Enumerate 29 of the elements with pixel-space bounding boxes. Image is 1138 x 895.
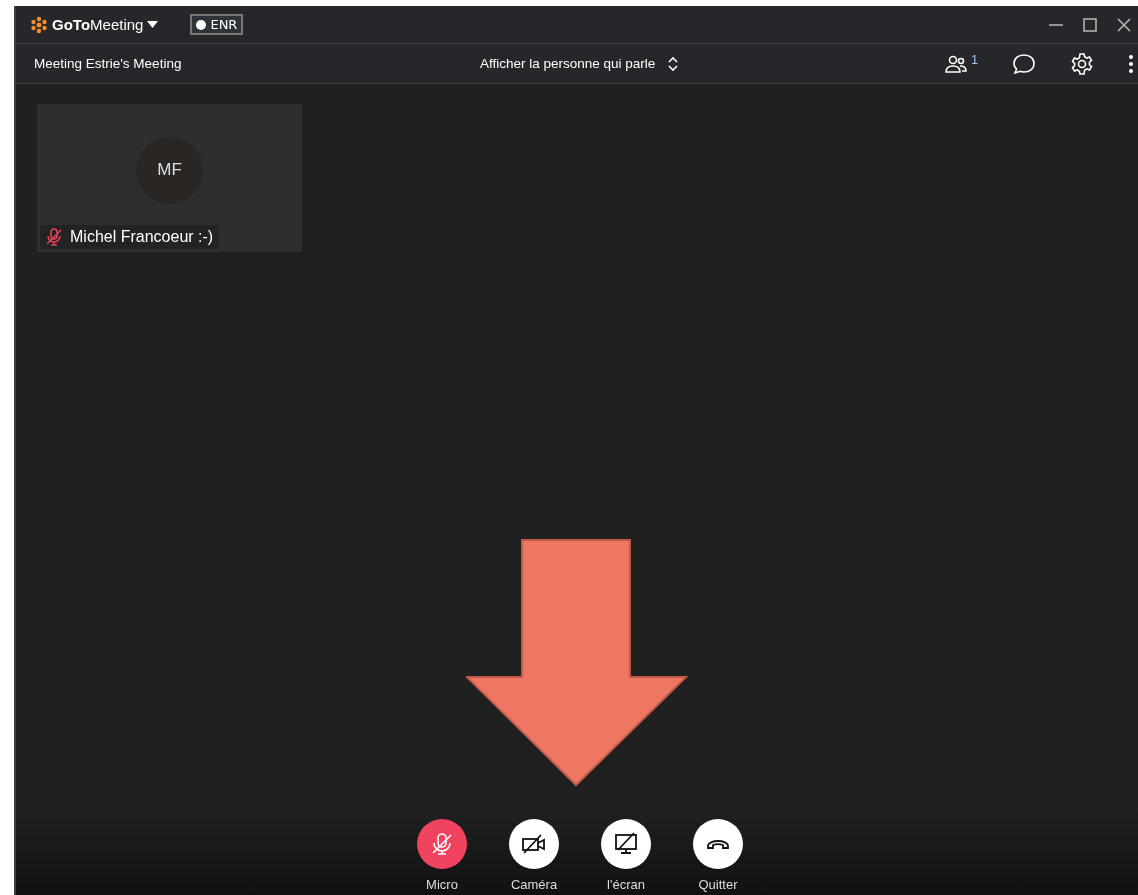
app-menu[interactable]: GoToMeeting bbox=[30, 15, 159, 34]
participants-button[interactable]: 1 bbox=[945, 53, 978, 74]
hang-up-icon bbox=[706, 837, 730, 851]
participant-name: Michel Francoeur :-) bbox=[70, 228, 214, 246]
screen-off-icon bbox=[614, 832, 638, 856]
settings-icon[interactable] bbox=[1070, 51, 1094, 76]
leave-button[interactable] bbox=[693, 819, 743, 869]
chevron-up-down-icon bbox=[667, 54, 680, 73]
maximize-icon[interactable] bbox=[1082, 16, 1098, 33]
logo-icon bbox=[30, 15, 48, 34]
control-label: Micro bbox=[426, 877, 458, 892]
meeting-title: Meeting Estrie's Meeting bbox=[34, 56, 183, 71]
people-icon bbox=[945, 53, 970, 74]
camera-button[interactable] bbox=[509, 819, 559, 869]
mic-button[interactable] bbox=[417, 819, 467, 869]
close-icon[interactable] bbox=[1116, 16, 1132, 33]
avatar: MF bbox=[136, 136, 203, 204]
control-label: l'écran bbox=[607, 877, 645, 892]
control-label: Caméra bbox=[510, 877, 558, 892]
chat-icon[interactable] bbox=[1012, 52, 1036, 75]
control-label: Quitter bbox=[698, 877, 738, 892]
muted-mic-icon bbox=[431, 832, 453, 856]
camera-off-icon bbox=[521, 833, 547, 855]
view-mode-selector[interactable]: Afficher la personne qui parle bbox=[480, 54, 680, 73]
caret-icon bbox=[147, 21, 159, 28]
screen-button[interactable] bbox=[601, 819, 651, 869]
more-icon[interactable] bbox=[1128, 53, 1134, 74]
recording-badge[interactable]: ENR bbox=[190, 14, 244, 35]
app-name: GoToMeeting bbox=[52, 16, 144, 33]
